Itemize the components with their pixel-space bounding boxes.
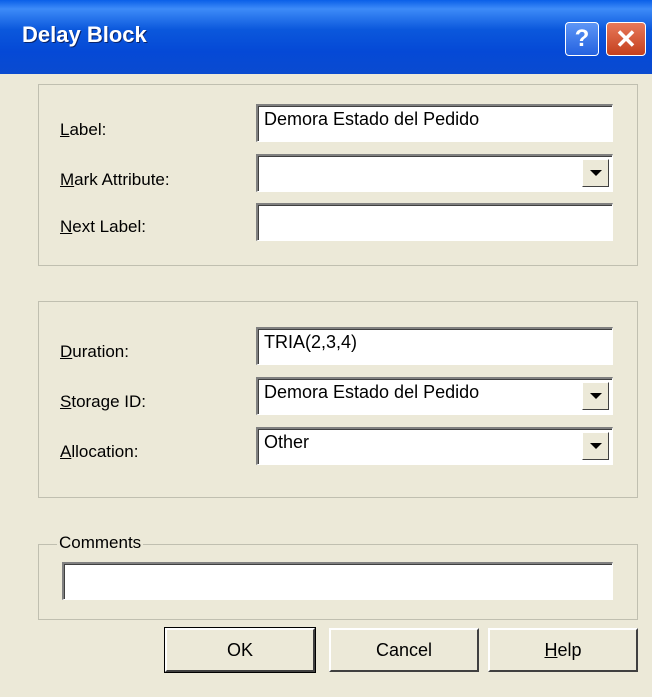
label-field-label: Label: xyxy=(60,120,107,139)
label-input[interactable]: Demora Estado del Pedido xyxy=(256,104,613,142)
chevron-down-icon[interactable] xyxy=(582,159,609,187)
ok-button[interactable]: OK xyxy=(164,627,316,673)
cancel-button[interactable]: Cancel xyxy=(329,628,479,672)
storage-id-value: Demora Estado del Pedido xyxy=(264,382,480,402)
comments-legend: Comments xyxy=(57,533,144,553)
next-label-label: Next Label: xyxy=(60,217,147,236)
dialog-title: Delay Block xyxy=(22,22,147,47)
mark-attribute-combo[interactable] xyxy=(256,154,613,192)
duration-input[interactable]: TRIA(2,3,4) xyxy=(256,327,613,365)
allocation-label: Allocation: xyxy=(60,442,139,461)
allocation-value: Other xyxy=(264,432,310,452)
close-icon[interactable]: ✕ xyxy=(606,22,646,56)
mark-attribute-label: Mark Attribute: xyxy=(60,170,170,189)
chevron-down-icon[interactable] xyxy=(582,382,609,410)
help-button[interactable]: Help xyxy=(488,628,638,672)
storage-id-combo[interactable]: Demora Estado del Pedido xyxy=(256,377,613,415)
chevron-down-icon[interactable] xyxy=(582,432,609,460)
duration-label: Duration: xyxy=(60,342,129,361)
next-label-input[interactable] xyxy=(256,203,613,241)
storage-id-label: Storage ID: xyxy=(60,392,146,411)
help-icon[interactable]: ? xyxy=(565,22,599,56)
title-bar[interactable]: Delay Block ? ✕ xyxy=(0,0,652,74)
allocation-combo[interactable]: Other xyxy=(256,427,613,465)
delay-block-dialog: Delay Block ? ✕ Label: Demora Estado del… xyxy=(0,0,652,697)
comments-input[interactable] xyxy=(62,562,613,600)
